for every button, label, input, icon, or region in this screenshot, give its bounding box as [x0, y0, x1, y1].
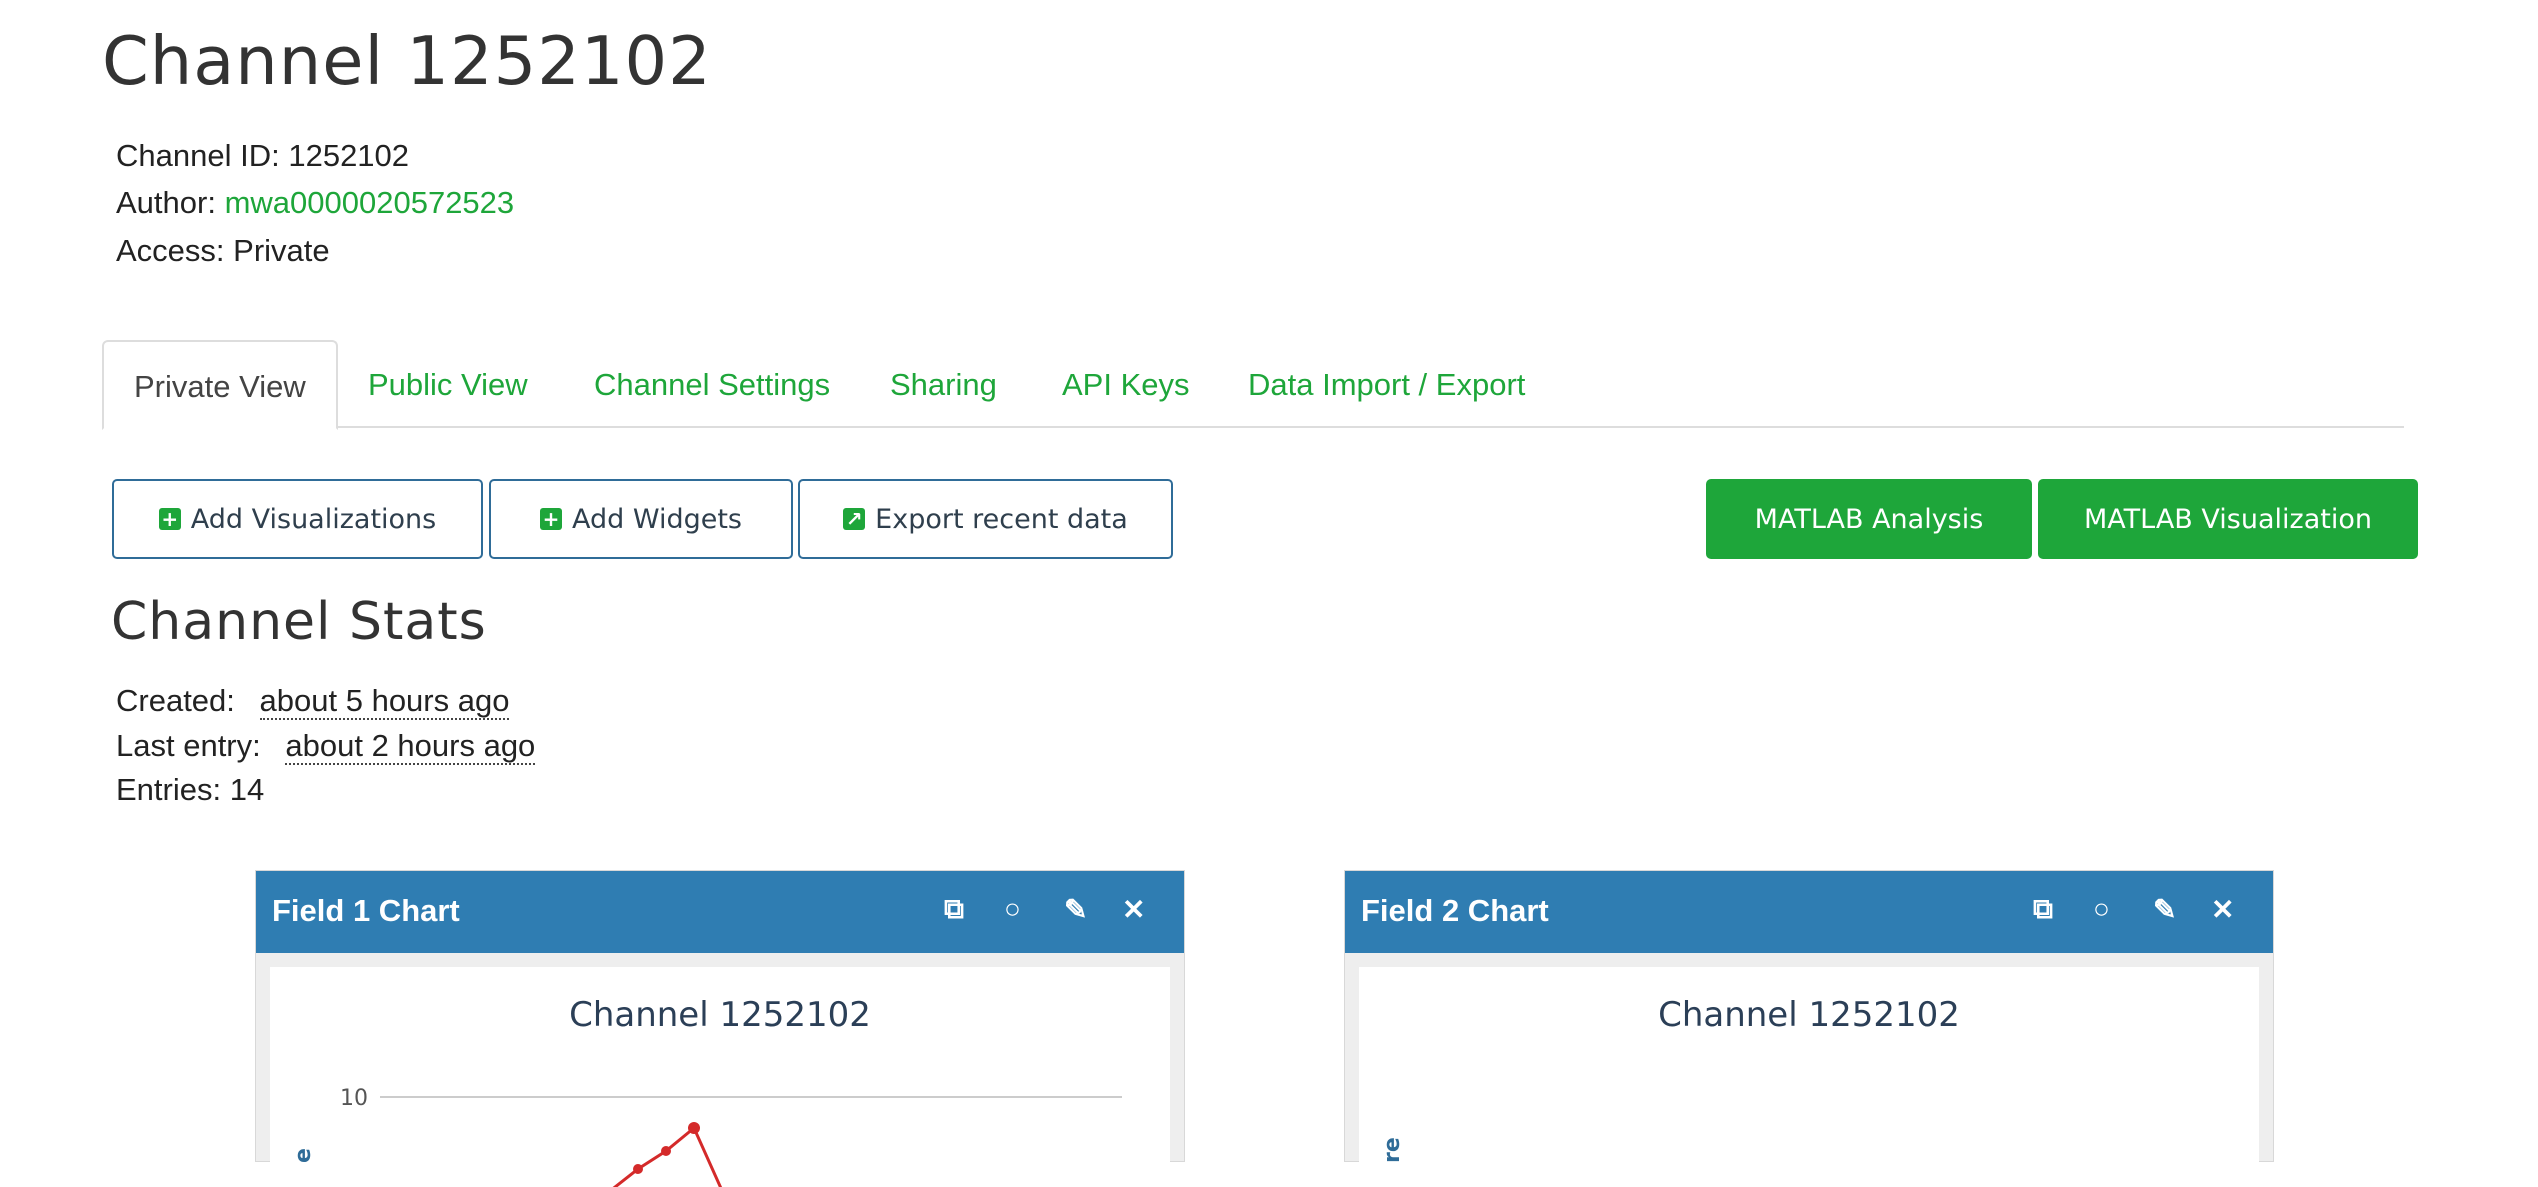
created-row: Created: about 5 hours ago	[116, 683, 510, 720]
tab-api-keys[interactable]: API Keys	[1062, 340, 1190, 424]
y-axis-label: e	[291, 1148, 316, 1163]
external-link-icon[interactable]: ⧉	[944, 893, 964, 926]
field-2-chart-card: Channel 1252102 re	[1359, 967, 2259, 1187]
external-link-icon: ↗	[843, 508, 866, 530]
last-entry-row: Last entry: about 2 hours ago	[116, 728, 536, 765]
plus-square-icon: +	[539, 508, 562, 530]
close-icon[interactable]: ✕	[1122, 893, 1145, 926]
pencil-icon[interactable]: ✎	[1064, 893, 1087, 926]
access-label: Access:	[116, 233, 225, 268]
last-entry-value: about 2 hours ago	[285, 728, 536, 765]
external-link-icon[interactable]: ⧉	[2033, 893, 2053, 926]
add-visualizations-button[interactable]: + Add Visualizations	[112, 479, 483, 559]
series-line	[612, 1125, 723, 1187]
tab-channel-settings[interactable]: Channel Settings	[594, 340, 830, 424]
data-point[interactable]	[661, 1146, 671, 1156]
field-1-chart-svg: 10 e	[291, 1086, 1122, 1187]
comment-icon[interactable]: ○	[2093, 893, 2110, 925]
data-point[interactable]	[633, 1164, 643, 1174]
export-recent-data-button[interactable]: ↗ Export recent data	[798, 479, 1173, 559]
channel-stats-heading: Channel Stats	[111, 592, 487, 652]
field-1-chart-panel: Field 1 Chart ⧉ ○ ✎ ✕ Channel 1252102 10…	[255, 870, 1185, 1187]
entries-row: Entries: 14	[116, 772, 264, 808]
field-2-chart-header: Field 2 Chart ⧉ ○ ✎ ✕	[1345, 871, 2273, 953]
last-entry-label: Last entry:	[116, 728, 261, 763]
tab-private-view[interactable]: Private View	[102, 340, 338, 430]
y-tick-label: 10	[340, 1086, 368, 1111]
channel-id-row: Channel ID: 1252102	[116, 132, 409, 179]
access-row: Access: Private	[116, 227, 330, 274]
entries-label: Entries:	[116, 772, 222, 807]
author-row: Author: mwa0000020572523	[116, 179, 514, 226]
tab-public-view[interactable]: Public View	[368, 340, 528, 424]
created-label: Created:	[116, 683, 235, 718]
add-widgets-label: Add Widgets	[571, 503, 742, 535]
comment-icon[interactable]: ○	[1004, 893, 1021, 925]
author-link[interactable]: mwa0000020572523	[225, 185, 515, 220]
channel-tabs: Private View Public View Channel Setting…	[102, 340, 2404, 430]
tab-data-import-export[interactable]: Data Import / Export	[1248, 340, 1525, 424]
field-2-chart-panel: Field 2 Chart ⧉ ○ ✎ ✕ Channel 1252102 re	[1344, 870, 2274, 1187]
access-value: Private	[233, 233, 330, 268]
add-widgets-button[interactable]: + Add Widgets	[489, 479, 793, 559]
export-recent-data-label: Export recent data	[875, 503, 1128, 535]
matlab-visualization-button[interactable]: MATLAB Visualization	[2038, 479, 2418, 559]
field-1-chart-header: Field 1 Chart ⧉ ○ ✎ ✕	[256, 871, 1184, 953]
field-1-chart-card: Channel 1252102 10 e	[270, 967, 1170, 1187]
channel-id-value: 1252102	[288, 138, 410, 173]
y-axis-label: re	[1380, 1137, 1405, 1163]
tab-sharing[interactable]: Sharing	[890, 340, 997, 424]
field-2-chart-svg: re	[1380, 1137, 1405, 1163]
pencil-icon[interactable]: ✎	[2153, 893, 2176, 926]
close-icon[interactable]: ✕	[2211, 893, 2234, 926]
channel-id-label: Channel ID:	[116, 138, 280, 173]
page-title: Channel 1252102	[102, 22, 712, 100]
matlab-analysis-button[interactable]: MATLAB Analysis	[1706, 479, 2032, 559]
add-visualizations-label: Add Visualizations	[190, 503, 437, 535]
created-value: about 5 hours ago	[259, 683, 510, 720]
entries-value: 14	[229, 772, 265, 807]
field-1-chart-title: Field 1 Chart	[272, 893, 460, 928]
plus-square-icon: +	[158, 508, 181, 530]
author-label: Author:	[116, 185, 216, 220]
data-point[interactable]	[688, 1122, 700, 1134]
field-2-chart-title: Field 2 Chart	[1361, 893, 1549, 928]
